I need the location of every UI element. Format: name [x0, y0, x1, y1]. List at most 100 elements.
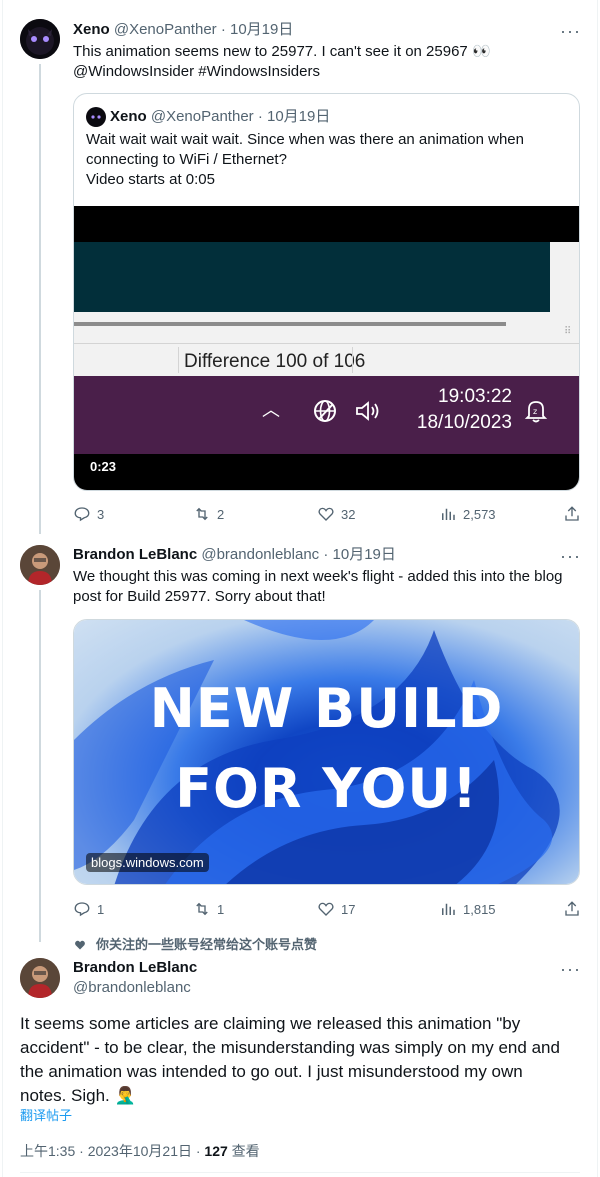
quoted-avatar — [86, 107, 106, 127]
eyes-emoji: 👀 — [471, 43, 491, 60]
video-player[interactable]: ⠿ Difference 100 of 106 ︿ 19:03:22 18/10… — [74, 206, 579, 490]
avatar-xeno[interactable] — [20, 19, 60, 59]
quoted-line-3: Video starts at 0:05 — [86, 171, 215, 188]
heart-icon — [318, 507, 334, 521]
tweet-header: Brandon LeBlanc @brandonleblanc · 10月19日 — [73, 545, 396, 565]
video-frame-divider — [74, 343, 579, 344]
tweet-line-2: post for Build 25977. Sorry about that! — [73, 588, 326, 605]
tweet-line-1: We thought this was coming in next week'… — [73, 568, 563, 585]
author-name[interactable]: Xeno — [73, 21, 110, 38]
svg-text:z: z — [533, 407, 537, 416]
retweet-count: 1 — [217, 901, 225, 917]
like-button[interactable]: 17 — [317, 899, 355, 919]
like-count: 32 — [341, 506, 356, 522]
quoted-line-1: Wait wait wait wait wait. Since when was… — [86, 131, 524, 148]
views-button[interactable]: 1,815 — [439, 899, 496, 919]
more-options-icon[interactable]: ··· — [560, 22, 581, 40]
tweet-date[interactable]: 10月19日 — [333, 546, 396, 563]
bloom-swirl-graphic — [74, 620, 560, 884]
avatar-brandon[interactable] — [20, 958, 60, 998]
share-icon — [565, 901, 579, 916]
main-tweet-timestamp[interactable]: 上午1:35 · 2023年10月21日 · — [20, 1143, 204, 1159]
separator-dot: · — [323, 546, 329, 563]
card-headline-line-2: FOR YOU! — [175, 757, 478, 820]
thread-connector — [39, 64, 41, 534]
author-name[interactable]: Brandon LeBlanc — [73, 958, 197, 978]
tweet-body: This animation seems new to 25977. I can… — [73, 43, 468, 60]
tweet-hashtags[interactable]: @WindowsInsider #WindowsInsiders — [73, 62, 320, 82]
retweet-icon — [196, 902, 208, 916]
taskbar-date: 18/10/2023 — [416, 412, 512, 433]
retweet-button[interactable]: 2 — [193, 504, 224, 524]
main-tweet-line-4: notes. Sigh. 🤦‍♂️ — [20, 1084, 560, 1108]
retweet-count: 2 — [217, 506, 225, 522]
video-frame-tick — [352, 347, 353, 373]
chevron-up-icon: ︿ — [262, 400, 280, 420]
quoted-date: 10月19日 — [267, 108, 331, 125]
tweet-header: Xeno @XenoPanther · 10月19日 — [73, 20, 293, 40]
views-button[interactable]: 2,573 — [439, 504, 496, 524]
share-button[interactable] — [563, 899, 581, 919]
retweet-button[interactable]: 1 — [193, 899, 224, 919]
reply-button[interactable]: 3 — [73, 504, 104, 524]
retweet-icon — [196, 507, 208, 521]
separator-dot: · — [220, 21, 226, 38]
link-card-image[interactable]: NEW BUILD FOR YOU! blogs.windows.com — [73, 619, 580, 885]
tweet-text: This animation seems new to 25977. I can… — [73, 42, 491, 62]
reply-count: 1 — [97, 901, 105, 917]
main-tweet-line-3: the animation was intended to go out. I … — [20, 1062, 523, 1081]
main-tweet-text: It seems some articles are claiming we r… — [20, 1012, 560, 1108]
share-button[interactable] — [563, 504, 581, 524]
heart-filled-icon — [75, 940, 85, 950]
card-source-domain[interactable]: blogs.windows.com — [86, 853, 209, 872]
video-frame-scrollbar — [74, 322, 506, 326]
heart-icon — [318, 902, 334, 916]
quoted-author-handle: @XenoPanther — [150, 108, 254, 125]
quoted-tweet-card[interactable]: Xeno @XenoPanther · 10月19日 Wait wait wai… — [73, 93, 580, 491]
views-count: 1,815 — [463, 901, 496, 917]
main-tweet-line-2: accident" - to be clear, the misundersta… — [20, 1038, 560, 1057]
separator-dot: · — [257, 108, 263, 125]
author-handle[interactable]: @XenoPanther — [114, 21, 217, 38]
taskbar-clock: 19:03:22 18/10/2023 — [374, 384, 512, 436]
share-icon — [565, 506, 579, 521]
main-tweet-line-4-text: notes. Sigh. — [20, 1086, 110, 1105]
views-icon — [442, 903, 455, 915]
taskbar-time: 19:03:22 — [438, 386, 512, 407]
like-button[interactable]: 32 — [317, 504, 355, 524]
quoted-line-2: connecting to WiFi / Ethernet? — [86, 151, 287, 168]
social-context-text: 你关注的一些账号经常给这个账号点赞 — [96, 937, 318, 952]
video-taskbar: ︿ 19:03:22 18/10/2023 z — [74, 376, 579, 454]
translate-post-link[interactable]: 翻译帖子 — [20, 1108, 72, 1124]
facepalm-emoji: 🤦‍♂️ — [114, 1086, 136, 1105]
main-tweet-line-1: It seems some articles are claiming we r… — [20, 1014, 521, 1033]
author-name[interactable]: Brandon LeBlanc — [73, 546, 197, 563]
more-options-icon[interactable]: ··· — [560, 960, 581, 978]
video-frame-teal-panel — [74, 242, 550, 312]
main-tweet-author: Brandon LeBlanc @brandonleblanc — [73, 958, 197, 998]
like-count: 17 — [341, 901, 356, 917]
notification-bell-icon: z — [524, 401, 548, 423]
quoted-header: Xeno @XenoPanther · 10月19日 — [110, 107, 330, 127]
author-handle[interactable]: @brandonleblanc — [73, 978, 197, 998]
main-tweet-views-label: 查看 — [227, 1143, 260, 1159]
social-context: 你关注的一些账号经常给这个账号点赞 — [74, 936, 317, 954]
quoted-text: Wait wait wait wait wait. Since when was… — [86, 130, 524, 190]
tweet-actions: 1 1 17 1,815 — [73, 899, 583, 919]
tweet-actions: 3 2 32 2,573 — [73, 504, 583, 524]
quoted-author-name: Xeno — [110, 108, 147, 125]
tweet-date[interactable]: 10月19日 — [230, 21, 293, 38]
avatar-brandon[interactable] — [20, 545, 60, 585]
video-difference-text: Difference 100 of 106 — [184, 351, 366, 372]
views-icon — [442, 508, 455, 520]
main-tweet-views-count: 127 — [204, 1143, 228, 1159]
reply-icon — [74, 902, 90, 917]
divider — [20, 1172, 580, 1173]
resize-grip-icon: ⠿ — [564, 326, 572, 337]
video-timestamp: 0:23 — [86, 458, 121, 475]
more-options-icon[interactable]: ··· — [560, 547, 581, 565]
tweet-text: We thought this was coming in next week'… — [73, 567, 563, 607]
author-handle[interactable]: @brandonleblanc — [201, 546, 319, 563]
reply-button[interactable]: 1 — [73, 899, 104, 919]
views-count: 2,573 — [463, 506, 496, 522]
